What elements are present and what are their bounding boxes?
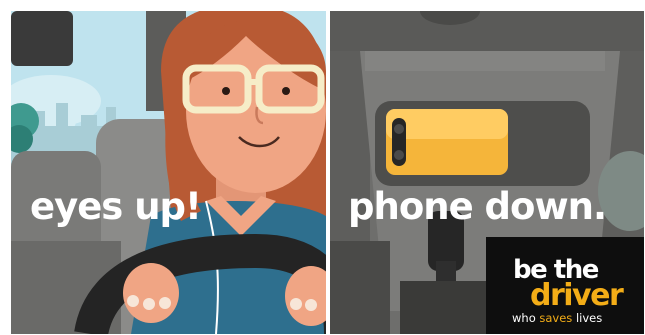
logo-tagline: who saves lives (512, 311, 603, 325)
phone-down-caption: phone down. (348, 185, 607, 228)
logo-tagline-post: lives (572, 311, 603, 325)
eyes-up-caption: eyes up! (30, 185, 202, 228)
eyes-up-panel: eyes up! (11, 11, 326, 334)
driver-woman-illustration (11, 11, 326, 334)
logo-tagline-pre: who (512, 311, 540, 325)
logo-tagline-accent: saves (539, 311, 573, 325)
be-the-driver-logo: be the driver who saves lives (486, 237, 644, 334)
logo-line2: driver (530, 278, 624, 313)
phone-down-panel: phone down. be the driver who saves live… (330, 11, 644, 334)
